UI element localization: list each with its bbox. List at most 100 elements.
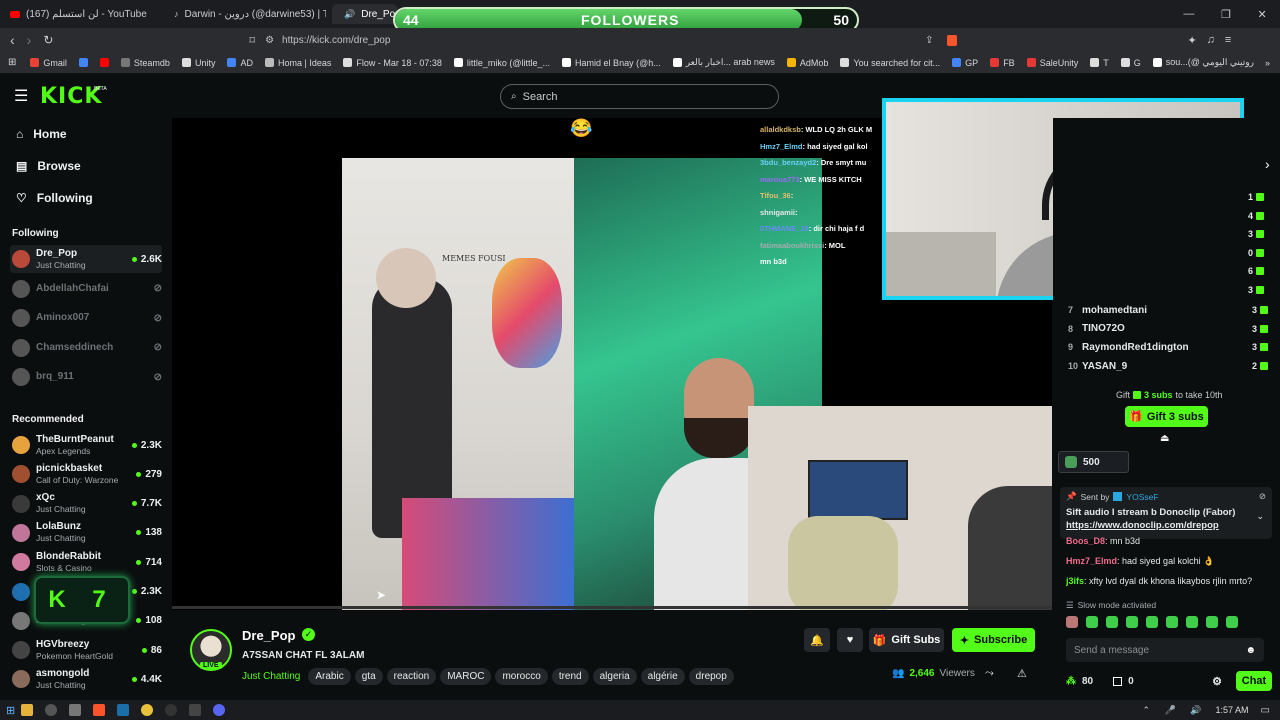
share-icon[interactable]: ⇪ (925, 35, 933, 46)
app-icon[interactable] (45, 704, 58, 716)
leaderboard-row[interactable]: 8 TINO72O 3 (1068, 320, 1268, 338)
stream-tag[interactable]: trend (551, 667, 589, 685)
chrome-icon[interactable] (141, 704, 154, 716)
share-icon[interactable]: ⤳ (985, 667, 994, 680)
apps-icon[interactable]: ⊞ (0, 57, 24, 68)
gift-subs-button[interactable]: 🎁 Gift Subs (869, 628, 944, 652)
emote-icon[interactable] (1086, 616, 1098, 628)
recommended-item[interactable]: BlondeRabbit Slots & Casino 714 (10, 548, 162, 576)
bookmark-item[interactable]: FB (984, 58, 1021, 68)
following-item[interactable]: Dre_Pop Just Chatting 2.6K (10, 245, 162, 273)
brave-icon[interactable] (93, 704, 106, 716)
bookmark-item[interactable]: اخبار بالعر... arab news (667, 57, 781, 68)
bookmark-item[interactable]: Flow - Mar 18 - 07:38 (337, 58, 448, 68)
bookmark-item[interactable]: Homa | Ideas (259, 58, 337, 68)
recommended-item[interactable]: LolaBunz Just Chatting 138 (10, 519, 162, 547)
nav-home[interactable]: ⌂ Home (0, 118, 170, 150)
chevron-right-icon[interactable]: › (1265, 156, 1270, 172)
leaderboard-row[interactable]: 9 RaymondRed1dington 3 (1068, 338, 1268, 356)
settings-icon[interactable] (69, 704, 82, 716)
bookmark-item[interactable]: Hamid el Bnay (@h... (556, 58, 667, 68)
reload-icon[interactable]: ↻ (43, 33, 53, 47)
emote-icon[interactable] (1166, 616, 1178, 628)
chat-send-button[interactable]: Chat (1236, 671, 1272, 691)
emote-icon[interactable] (1206, 616, 1218, 628)
chat-message-input[interactable]: Send a message ☻ (1066, 638, 1264, 662)
browser-tab-kick[interactable]: 🔊 Dre_Pop (332, 4, 398, 24)
bookmark-item[interactable]: SaleUnity (1021, 58, 1085, 68)
recommended-item[interactable]: picnickbasket Call of Duty: Warzone 279 (10, 460, 162, 488)
following-item[interactable]: brq_911 ⊘ (10, 363, 162, 391)
maximize-icon[interactable]: ❐ (1221, 8, 1231, 21)
tray-icons[interactable]: ⌃ 🎤 🔊 (1143, 705, 1208, 716)
pinned-link[interactable]: https://www.donoclip.com/drepop (1066, 520, 1266, 531)
subscribe-button[interactable]: ✦ Subscribe (952, 628, 1035, 652)
url-field[interactable]: ⚙ https://kick.com/dre_pop (265, 31, 985, 49)
nav-following[interactable]: ♡ Following (0, 182, 170, 214)
steam-icon[interactable] (117, 704, 130, 716)
bookmark-item[interactable]: GP (946, 58, 984, 68)
nav-browse[interactable]: ▤ Browse (0, 150, 170, 182)
notification-icon[interactable]: ▭ (1261, 705, 1270, 716)
hamburger-menu-icon[interactable]: ☰ (14, 86, 28, 106)
browser-tab-tiktok[interactable]: ♪ Darwin - دروين (@darwine53) | TikTok (168, 4, 326, 24)
bookmark-item[interactable]: You searched for cit... (834, 58, 946, 68)
bookmark-item[interactable]: sou...(@ روتيني اليومي (1147, 57, 1260, 68)
stream-tag[interactable]: algeria (592, 667, 637, 685)
bookmark-item[interactable]: AdMob (781, 58, 835, 68)
emote-icon[interactable] (1126, 616, 1138, 628)
emote-icon[interactable] (1226, 616, 1238, 628)
recommended-item[interactable]: asmongold Just Chatting 4.4K (10, 665, 162, 693)
bookmark-item[interactable] (94, 58, 115, 67)
notification-bell-button[interactable]: 🔔 (804, 628, 830, 652)
unpin-icon[interactable]: ⊘ (1259, 491, 1266, 502)
extensions-icon[interactable]: ✦ (1187, 34, 1196, 47)
report-icon[interactable]: ⚠ (1017, 667, 1027, 680)
bookmark-item[interactable]: Gmail (24, 58, 73, 68)
chat-username[interactable]: j3ifs (1066, 576, 1084, 586)
bookmark-item[interactable]: T (1084, 58, 1115, 68)
stream-tag[interactable]: drepop (688, 667, 734, 685)
category-link[interactable]: Just Chatting (242, 671, 300, 682)
more-bookmarks-icon[interactable]: » (1265, 58, 1280, 68)
stream-tag[interactable]: reaction (386, 667, 437, 685)
video-progress-track[interactable] (172, 606, 1052, 609)
emoji-picker-icon[interactable]: ☻ (1245, 645, 1256, 656)
emote-icon[interactable] (1186, 616, 1198, 628)
stream-tag[interactable]: algérie (640, 667, 685, 685)
back-icon[interactable]: ‹ (10, 32, 15, 48)
media-icon[interactable]: ♫ (1207, 34, 1215, 46)
recommended-item[interactable]: xQc Just Chatting 7.7K (10, 490, 162, 518)
following-item[interactable]: Chamseddinech ⊘ (10, 334, 162, 362)
epic-icon[interactable] (189, 704, 202, 716)
emote-icon[interactable] (1106, 616, 1118, 628)
close-icon[interactable]: ✕ (1257, 8, 1266, 21)
bookmark-icon[interactable]: ⌑ (249, 34, 255, 47)
gift-3-subs-button[interactable]: 🎁 Gift 3 subs (1125, 406, 1208, 427)
following-item[interactable]: AbdellahChafai ⊘ (10, 275, 162, 303)
leaderboard-row[interactable]: 7 mohamedtani 3 (1068, 301, 1268, 319)
obs-icon[interactable] (165, 704, 178, 716)
follow-heart-button[interactable]: ♥ (837, 628, 863, 652)
recommended-item[interactable]: TheBurntPeanut Apex Legends 2.3K (10, 431, 162, 459)
browser-tab-youtube[interactable]: (167) لن استسلم - YouTube (4, 4, 162, 24)
bookmark-item[interactable]: Unity (176, 58, 222, 68)
bookmark-item[interactable] (73, 58, 94, 67)
site-info-icon[interactable]: ⚙ (265, 35, 274, 46)
minimize-icon[interactable]: — (1183, 8, 1194, 20)
collapse-icon[interactable]: ⏏ (1160, 433, 1169, 444)
stream-tag[interactable]: MAROC (440, 667, 492, 685)
stream-tag[interactable]: gta (354, 667, 383, 685)
bookmark-item[interactable]: Steamdb (115, 58, 176, 68)
chat-username[interactable]: Boos_D8 (1066, 536, 1105, 546)
discord-icon[interactable] (213, 704, 226, 716)
forward-icon[interactable]: › (27, 32, 32, 48)
windows-start-icon[interactable]: ⊞ (6, 704, 15, 717)
recommended-item[interactable]: HGVbreezy Pokemon HeartGold 86 (10, 636, 162, 664)
stream-tag[interactable]: Arabic (308, 667, 351, 685)
expand-chevron-icon[interactable]: ⌄ (1256, 511, 1264, 522)
brave-shield-icon[interactable] (947, 34, 958, 46)
chat-username[interactable]: Hmz7_Elmd (1066, 556, 1117, 566)
bookmark-item[interactable]: little_miko (@little_... (448, 58, 556, 68)
streamer-name[interactable]: Dre_Pop (242, 628, 295, 643)
